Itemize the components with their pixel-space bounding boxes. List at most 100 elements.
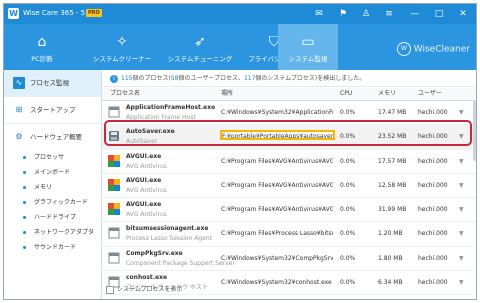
maximize-button[interactable]: □ — [432, 7, 446, 21]
wisecleaner-logo-icon: W — [396, 42, 411, 56]
info-icon: i — [110, 74, 118, 83]
table-row[interactable]: AVGUI.exe AVG Antivirus C:¥Program Files¥A… — [102, 174, 476, 199]
avg-icon — [108, 203, 120, 216]
row-menu-button[interactable]: ▼ — [459, 205, 464, 214]
process-summary: i 115個のプロセス(58個のユーザープロセス、117個のシステムプロセス)を検… — [102, 70, 476, 87]
process-user: hechi.000 — [418, 254, 448, 262]
show-system-checkbox[interactable] — [106, 285, 114, 294]
brand: W WiseCleaner — [396, 42, 470, 56]
process-path: F:¥portable¥PortableApps¥autosaver¥AutoS… — [220, 130, 335, 141]
process-name: conhost.exe — [126, 274, 168, 282]
brand-name: WiseCleaner — [413, 44, 470, 55]
table-row[interactable]: AutoSaver.exe AutoSaver F:¥portable¥Portab… — [102, 125, 476, 150]
app-logo-icon: W — [8, 8, 19, 19]
avg-icon — [108, 154, 120, 167]
process-name: AVGUI.exe — [126, 152, 162, 160]
scrollbar[interactable] — [473, 101, 476, 161]
main-nav: ⌂ PC診断 ✧ システムクリーナー ➶ システムチューニング ⛉ プライバシー… — [4, 24, 476, 70]
nav-system-tuning[interactable]: ➶ システムチューニング — [164, 24, 236, 70]
process-memory: 17.47 MB — [378, 109, 407, 116]
row-menu-button[interactable]: ▼ — [459, 229, 464, 238]
nav-pc-check[interactable]: ⌂ PC診断 — [12, 24, 72, 70]
sidebar-sub-mainboard[interactable]: メインボード — [4, 165, 101, 180]
nav-system-monitor[interactable]: ▭ システム監視 — [278, 24, 338, 70]
process-path: C:¥Program Files¥AVG¥Antivirus¥AVGUI.exe — [221, 206, 333, 214]
app-window: W Wise Care 365 - 5.6.4 PRO ✉ ⚑ ♙ ≡ — □ … — [3, 3, 477, 300]
col-name[interactable]: プロセス名 — [110, 88, 140, 100]
row-menu-button[interactable]: ▼ — [459, 157, 464, 166]
row-menu-button[interactable]: ▼ — [459, 108, 464, 117]
col-path[interactable]: 場所 — [221, 88, 233, 100]
process-memory: 12.58 MB — [378, 181, 407, 189]
table-row[interactable]: AVGUI.exe AVG Antivirus C:¥Program Files¥A… — [102, 198, 476, 223]
broom-icon: ✧ — [116, 34, 128, 50]
flag-icon[interactable]: ⚑ — [336, 7, 350, 21]
process-description: AVG Antivirus — [126, 211, 167, 219]
process-memory: 31.99 MB — [378, 206, 407, 214]
summary-text: 個のプロセス( — [132, 75, 171, 82]
process-name: AutoSaver.exe — [126, 128, 175, 136]
process-cpu: 0.0% — [340, 206, 356, 214]
process-panel: i 115個のプロセス(58個のユーザープロセス、117個のシステムプロセス)を検… — [102, 70, 476, 299]
disk-icon — [108, 130, 120, 142]
hardware-icon: ⚙ — [15, 132, 23, 141]
sidebar-sub-processor[interactable]: プロセッサ — [4, 150, 101, 165]
sidebar-item-process-monitor[interactable]: ∿ プロセス監視 — [4, 70, 101, 97]
shirt-icon[interactable]: ♙ — [359, 7, 373, 21]
monitor-icon: ▭ — [301, 34, 315, 50]
nav-label: システムチューニング — [167, 55, 233, 63]
sidebar-sub-harddrive[interactable]: ハードドライブ — [4, 210, 101, 225]
process-name: AVGUI.exe — [126, 176, 162, 184]
process-path: C:¥Windows¥System32¥conhost.exe — [221, 279, 332, 287]
app-icon — [108, 252, 120, 264]
process-path: C:¥Program Files¥AVG¥Antivirus¥AVGUI.exe — [221, 157, 333, 165]
process-path: C:¥Windows¥System32¥ApplicationFrameH... — [221, 109, 333, 116]
nav-system-cleaner[interactable]: ✧ システムクリーナー — [88, 24, 156, 70]
table-row[interactable]: CompPkgSrv.exe Component Package Support … — [102, 247, 476, 272]
rocket-icon: ➶ — [194, 34, 206, 50]
count-system: 117 — [243, 75, 256, 82]
sidebar: ∿ プロセス監視 ⊞ スタートアップ ⚙ ハードウェア概要 プロセッサ メインボ… — [4, 70, 102, 299]
process-user: hechi.000 — [418, 279, 448, 287]
sidebar-sub-memory[interactable]: メモリ — [4, 180, 101, 195]
process-user: hechi.000 — [418, 133, 448, 141]
sidebar-sub-graphics[interactable]: グラフィックカード — [4, 195, 101, 210]
process-memory: 1.80 MB — [378, 254, 403, 262]
table-row[interactable]: AVGUI.exe AVG Antivirus C:¥Program Files¥A… — [102, 150, 476, 174]
process-cpu: 0.0% — [340, 157, 356, 165]
sidebar-sub-network[interactable]: ネットワークアダプタ — [4, 225, 101, 240]
table-row[interactable]: bitsumsessionagent.exe Process Lasso Sess… — [102, 222, 476, 247]
row-menu-button[interactable]: ▼ — [459, 132, 464, 141]
minimize-button[interactable]: — — [408, 7, 422, 21]
sidebar-item-hardware[interactable]: ⚙ ハードウェア概要 — [4, 124, 101, 150]
process-memory: 1.20 MB — [378, 230, 403, 238]
mail-icon[interactable]: ✉ — [312, 7, 326, 21]
startup-icon: ⊞ — [15, 105, 23, 114]
summary-text: 個のシステムプロセス)を検出しました。 — [255, 75, 366, 82]
table-row[interactable]: ApplicationFrameHost.exe Application Fram… — [102, 101, 476, 126]
process-cpu: 0.0% — [340, 181, 356, 189]
row-menu-button[interactable]: ▼ — [459, 278, 464, 287]
col-user[interactable]: ユーザー — [418, 88, 442, 100]
col-memory[interactable]: メモリ — [378, 88, 396, 100]
sidebar-item-label: プロセス監視 — [30, 79, 69, 87]
app-icon — [108, 106, 120, 118]
pulse-icon: ∿ — [13, 77, 25, 89]
row-menu-button[interactable]: ▼ — [459, 181, 464, 190]
process-description: Component Package Support Server — [126, 259, 235, 267]
col-cpu[interactable]: CPU — [340, 88, 352, 100]
sidebar-item-startup[interactable]: ⊞ スタートアップ — [4, 97, 101, 124]
table-header: プロセス名 場所 CPU メモリ ユーザー — [102, 88, 476, 101]
menu-icon[interactable]: ≡ — [382, 7, 396, 21]
row-menu-button[interactable]: ▼ — [459, 254, 464, 263]
process-cpu: 0.0% — [340, 109, 356, 116]
close-button[interactable]: ✕ — [456, 7, 470, 21]
process-description: Process Lasso Session Agent — [126, 235, 213, 243]
home-icon: ⌂ — [37, 34, 47, 50]
app-icon — [108, 227, 120, 239]
sidebar-item-label: スタートアップ — [30, 106, 76, 114]
sidebar-sub-sound[interactable]: サウンドカード — [4, 240, 101, 255]
process-user: hechi.000 — [418, 157, 448, 165]
process-path: C:¥Program Files¥Process Lasso¥bitsumses… — [221, 230, 333, 238]
footer: システムプロセスを表示 — [106, 285, 182, 295]
